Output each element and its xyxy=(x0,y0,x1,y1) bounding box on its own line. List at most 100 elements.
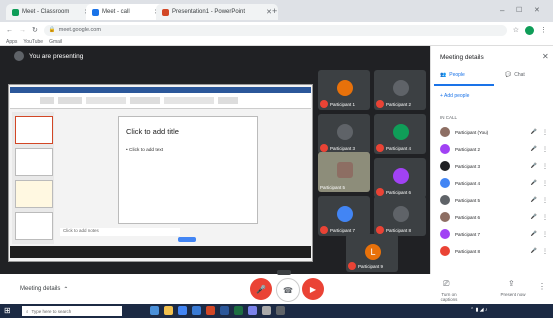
mic-off-icon xyxy=(376,100,384,108)
word-icon[interactable] xyxy=(220,306,229,315)
chrome-icon[interactable] xyxy=(178,306,187,315)
more-options-icon[interactable]: ⋮ xyxy=(542,146,548,153)
bookmark-gmail[interactable]: Gmail xyxy=(49,39,62,45)
add-people-button[interactable]: + Add people xyxy=(440,93,469,99)
participant-tile[interactable]: Participant 8 xyxy=(374,196,426,236)
people-list-item[interactable]: Participant (You) 🎤 ⋮ xyxy=(440,126,548,138)
leave-call-button[interactable]: ☎ xyxy=(276,278,300,302)
participant-name-row: Participant 3 xyxy=(320,144,355,152)
tab-people[interactable]: 👥 People xyxy=(440,72,495,78)
app-icon[interactable] xyxy=(262,306,271,315)
panel-title: Meeting details xyxy=(440,54,484,61)
people-list-item[interactable]: Participant 5 🎤 ⋮ xyxy=(440,194,548,206)
mic-off-icon xyxy=(320,226,328,234)
file-explorer-icon[interactable] xyxy=(164,306,173,315)
tab-favicon-icon xyxy=(92,8,99,16)
mic-icon: 🎤 xyxy=(530,129,537,135)
people-list-item[interactable]: Participant 4 🎤 ⋮ xyxy=(440,177,548,189)
more-options-icon[interactable]: ⋮ xyxy=(542,248,548,255)
participant-tile[interactable]: Participant 6 xyxy=(374,158,426,198)
people-list-item[interactable]: Participant 3 🎤 ⋮ xyxy=(440,160,548,172)
mic-icon: 🎤 xyxy=(530,248,537,254)
participant-tile[interactable]: L Participant 9 xyxy=(346,234,398,272)
close-window-icon[interactable]: ✕ xyxy=(534,6,540,14)
more-options-icon[interactable]: ⋮ xyxy=(542,180,548,187)
participant-tile[interactable]: Participant 7 xyxy=(318,196,370,236)
more-options-icon[interactable]: ⋮ xyxy=(538,282,546,291)
add-person-icon: + xyxy=(440,93,443,99)
mic-off-icon xyxy=(376,226,384,234)
participant-avatar xyxy=(393,80,409,96)
excel-icon[interactable] xyxy=(234,306,243,315)
mic-icon: 🎤 xyxy=(530,197,537,203)
people-list-item[interactable]: Participant 2 🎤 ⋮ xyxy=(440,143,548,155)
menu-icon[interactable]: ⋮ xyxy=(540,26,547,34)
captions-icon[interactable]: ⎚ xyxy=(443,279,449,289)
reload-icon[interactable]: ↻ xyxy=(32,26,38,34)
people-list-item[interactable]: Participant 6 🎤 ⋮ xyxy=(440,211,548,223)
lock-icon: 🔒 xyxy=(48,27,56,33)
more-options-icon[interactable]: ⋮ xyxy=(542,214,548,221)
participant-name: Participant 5 xyxy=(320,185,346,190)
participant-name: Participant 3 xyxy=(330,145,356,151)
bookmark-apps[interactable]: Apps xyxy=(6,39,17,45)
avatar xyxy=(440,127,450,137)
people-icon: 👥 xyxy=(440,72,447,78)
present-label[interactable]: Present now xyxy=(496,292,530,297)
more-options-icon[interactable]: ⋮ xyxy=(542,231,548,238)
url-input[interactable]: 🔒 meet.google.com xyxy=(43,24,507,36)
add-people-label: Add people xyxy=(444,93,470,99)
profile-avatar[interactable] xyxy=(525,25,534,35)
browser-tab[interactable]: Presentation1 - PowerPoint ✕ xyxy=(156,4,278,20)
camera-off-icon: ▶ xyxy=(309,284,317,294)
edge-icon[interactable] xyxy=(192,306,201,315)
maximize-icon[interactable]: ☐ xyxy=(516,6,522,14)
camera-toggle-button[interactable]: ▶ xyxy=(302,278,324,300)
slide-thumbnail xyxy=(15,116,53,144)
captions-label[interactable]: Turn on captions xyxy=(434,292,464,302)
participant-tile[interactable]: Participant 1 xyxy=(318,70,370,110)
participant-tile-video[interactable]: Participant 5 xyxy=(318,152,370,192)
minimize-icon[interactable]: – xyxy=(500,6,504,15)
participant-name: Participant 2 xyxy=(386,101,412,107)
system-tray-icons[interactable]: ⌃ ▮ ◢ ♪ xyxy=(470,307,487,313)
people-list-item[interactable]: Participant 8 🎤 ⋮ xyxy=(440,245,548,257)
avatar xyxy=(440,178,450,188)
mic-off-icon xyxy=(376,144,384,152)
forward-icon[interactable]: → xyxy=(19,27,26,34)
tab-label: Meet - Classroom xyxy=(22,9,70,15)
mic-toggle-button[interactable]: 🎤 xyxy=(250,278,272,300)
taskbar-search-input[interactable]: ⌕ Type here to search xyxy=(22,306,122,316)
shared-taskbar xyxy=(10,246,311,258)
tab-chat[interactable]: 💬 Chat xyxy=(505,72,525,78)
windows-start-icon[interactable]: ⊞ xyxy=(4,306,11,315)
meeting-details-button[interactable]: Meeting details ⌃ xyxy=(20,286,68,293)
participant-tile[interactable]: Participant 2 xyxy=(374,70,426,110)
browser-tab-active[interactable]: Meet - call ✕ xyxy=(86,4,166,20)
star-icon[interactable]: ☆ xyxy=(513,26,519,34)
back-icon[interactable]: ← xyxy=(6,27,13,34)
bookmark-youtube[interactable]: YouTube xyxy=(23,39,43,45)
people-list-item[interactable]: Participant 7 🎤 ⋮ xyxy=(440,228,548,240)
participant-video xyxy=(337,162,353,178)
avatar xyxy=(440,212,450,222)
app-icon[interactable] xyxy=(248,306,257,315)
ribbon-tools xyxy=(40,97,300,105)
participant-name-row: Participant 1 xyxy=(320,100,355,108)
browser-tab[interactable]: Meet - Classroom ✕ xyxy=(6,4,96,20)
in-call-heading: IN CALL xyxy=(440,115,458,120)
taskview-icon[interactable] xyxy=(150,306,159,315)
more-options-icon[interactable]: ⋮ xyxy=(542,197,548,204)
app-icon[interactable] xyxy=(276,306,285,315)
participant-tile[interactable]: Participant 3 xyxy=(318,114,370,154)
new-tab-icon[interactable]: + xyxy=(272,6,277,16)
more-options-icon[interactable]: ⋮ xyxy=(542,163,548,170)
powerpoint-icon[interactable] xyxy=(206,306,215,315)
status-chip xyxy=(178,237,196,242)
participant-tile[interactable]: Participant 4 xyxy=(374,114,426,154)
participant-name-row: Participant 6 xyxy=(376,188,411,196)
participant-name: Participant 8 xyxy=(386,227,412,233)
close-icon[interactable]: ✕ xyxy=(542,52,549,61)
present-icon[interactable]: ⇪ xyxy=(508,279,515,288)
more-options-icon[interactable]: ⋮ xyxy=(542,129,548,136)
